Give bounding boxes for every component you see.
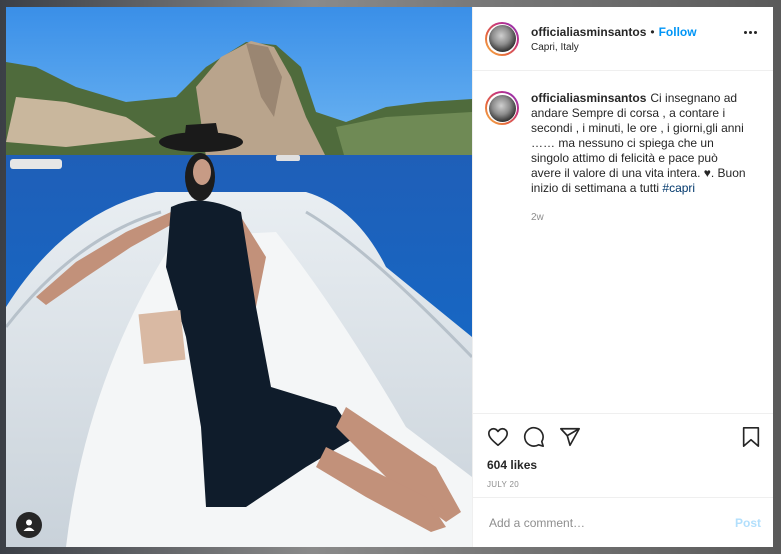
caption-age[interactable]: 2w xyxy=(531,210,746,225)
post-actions: 604 likes JULY 20 xyxy=(473,413,773,489)
add-comment-input[interactable] xyxy=(487,514,735,531)
likes-count[interactable]: 604 likes xyxy=(487,458,761,472)
caption-avatar[interactable] xyxy=(485,91,519,125)
post-header: officialiasminsantos • Follow Capri, Ita… xyxy=(473,7,773,71)
author-avatar[interactable] xyxy=(485,21,519,56)
follow-button[interactable]: Follow xyxy=(659,25,697,39)
post-comment-button[interactable]: Post xyxy=(735,516,761,530)
comment-icon[interactable] xyxy=(523,426,545,448)
post-sidebar: officialiasminsantos • Follow Capri, Ita… xyxy=(472,7,773,547)
comment-form: Post xyxy=(473,497,773,547)
bookmark-icon[interactable] xyxy=(741,426,761,448)
more-options-icon[interactable] xyxy=(744,31,757,34)
post-photo[interactable] xyxy=(6,7,472,547)
post-modal: officialiasminsantos • Follow Capri, Ita… xyxy=(6,7,773,547)
caption-username[interactable]: officialiasminsantos xyxy=(531,91,646,105)
heart-icon[interactable] xyxy=(487,426,509,448)
share-icon[interactable] xyxy=(559,426,581,448)
post-location[interactable]: Capri, Italy xyxy=(531,42,697,53)
user-account-icon[interactable] xyxy=(16,512,42,538)
caption-hashtag[interactable]: #capri xyxy=(662,181,695,195)
post-date: JULY 20 xyxy=(487,480,520,489)
caption-text: Ci insegnano ad andare Sempre di corsa ,… xyxy=(531,91,746,195)
header-separator: • xyxy=(650,24,655,39)
caption-block: officialiasminsantos Ci insegnano ad anda… xyxy=(473,71,773,225)
author-username[interactable]: officialiasminsantos xyxy=(531,25,646,39)
